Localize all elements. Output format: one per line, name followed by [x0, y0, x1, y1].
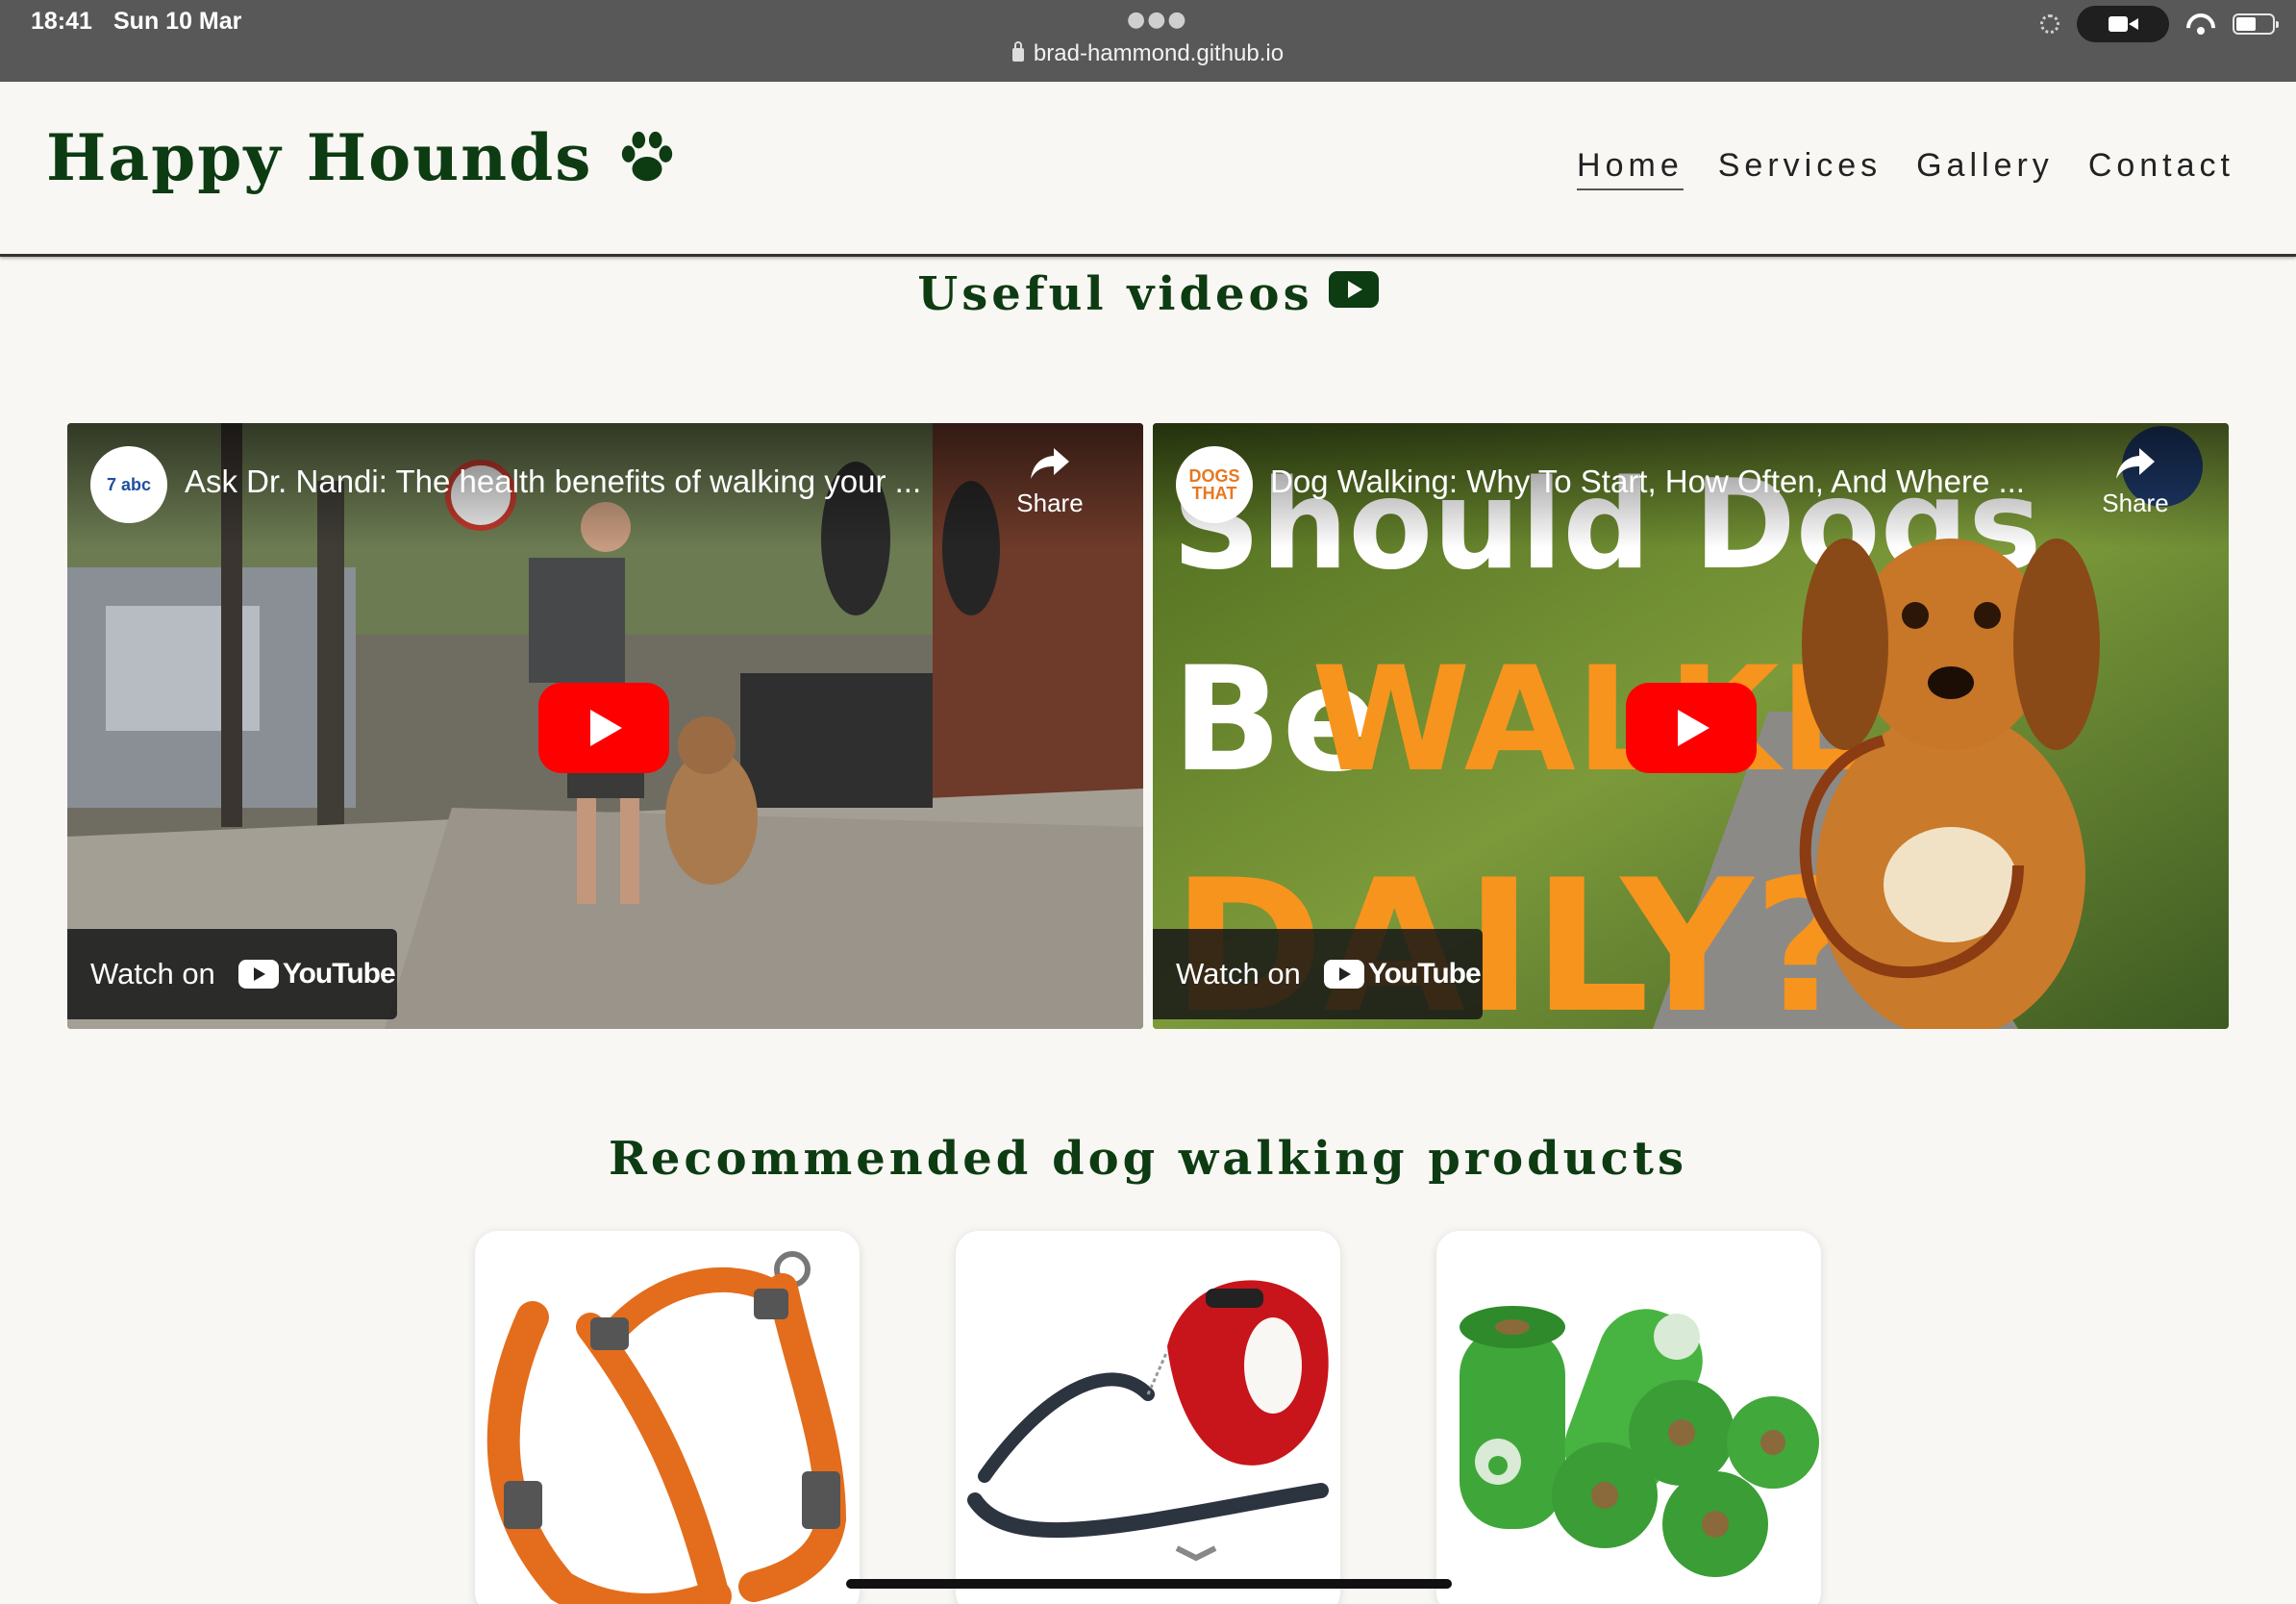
- share-label: Share: [2102, 489, 2169, 517]
- home-indicator[interactable]: [846, 1579, 1452, 1589]
- tab-options-icon[interactable]: ●●●: [1127, 8, 1188, 32]
- wifi-icon: [2186, 13, 2215, 35]
- video-embed-1[interactable]: 7 abc Ask Dr. Nandi: The health benefits…: [67, 423, 1143, 1029]
- share-button[interactable]: Share: [2092, 446, 2179, 518]
- video-embed-2[interactable]: Should Dogs Be WALKED DAILY? DOGS THAT D…: [1153, 423, 2229, 1029]
- watch-on-label: Watch on: [90, 957, 215, 990]
- watch-on-youtube-button[interactable]: Watch on YouTube: [67, 929, 397, 1019]
- video-title[interactable]: Dog Walking: Why To Start, How Often, An…: [1270, 464, 2097, 500]
- share-button[interactable]: Share: [1007, 446, 1093, 518]
- url-text: brad-hammond.github.io: [1033, 40, 1285, 66]
- share-icon: [1031, 448, 1069, 479]
- youtube-logo: YouTube: [237, 958, 396, 990]
- youtube-play-icon: [237, 960, 279, 989]
- leash-image: [967, 1280, 1329, 1562]
- lock-icon: [1011, 41, 1024, 62]
- videos-heading: Useful videos: [0, 267, 2296, 321]
- nav-contact[interactable]: Contact: [2088, 147, 2234, 190]
- clock-time: 18:41: [31, 8, 92, 35]
- share-label: Share: [1016, 489, 1084, 517]
- poop-bags-image: [1460, 1306, 1819, 1577]
- brand-name: Happy Hounds: [46, 120, 593, 195]
- camera-indicator-icon: [2077, 6, 2169, 42]
- clock-date: Sun 10 Mar: [113, 8, 242, 35]
- product-card-poop-bags[interactable]: [1436, 1231, 1821, 1604]
- harness-image: [487, 1251, 847, 1604]
- youtube-play-icon: [1323, 960, 1364, 989]
- battery-icon: [2233, 13, 2279, 35]
- nav-services[interactable]: Services: [1718, 147, 1882, 190]
- play-button[interactable]: [538, 683, 669, 773]
- channel-avatar[interactable]: DOGS THAT: [1176, 446, 1253, 523]
- activity-icon: [2040, 14, 2059, 34]
- youtube-logo: YouTube: [1323, 958, 1482, 990]
- main-nav: Home Services Gallery Contact: [1577, 147, 2234, 190]
- paw-icon: [622, 131, 673, 182]
- product-card-harness[interactable]: [475, 1231, 860, 1604]
- site-header: Happy Hounds Home Services Gallery Conta…: [0, 82, 2296, 257]
- brand-logo[interactable]: Happy Hounds: [46, 120, 677, 195]
- play-button[interactable]: [1626, 683, 1757, 773]
- channel-avatar[interactable]: 7 abc: [90, 446, 167, 523]
- video-title[interactable]: Ask Dr. Nandi: The health benefits of wa…: [185, 464, 1011, 500]
- address-bar[interactable]: brad-hammond.github.io: [0, 40, 2296, 67]
- nav-home[interactable]: Home: [1577, 147, 1684, 190]
- product-card-leash[interactable]: [956, 1231, 1340, 1604]
- youtube-icon: [1328, 271, 1379, 308]
- watch-on-label: Watch on: [1176, 957, 1301, 990]
- browser-status-bar: 18:41 Sun 10 Mar ●●● brad-hammond.github…: [0, 0, 2296, 82]
- share-icon: [2116, 448, 2155, 479]
- nav-gallery[interactable]: Gallery: [1916, 147, 2054, 190]
- products-heading: Recommended dog walking products: [609, 1132, 1687, 1186]
- watch-on-youtube-button[interactable]: Watch on YouTube: [1153, 929, 1483, 1019]
- videos-heading-text: Useful videos: [917, 267, 1313, 321]
